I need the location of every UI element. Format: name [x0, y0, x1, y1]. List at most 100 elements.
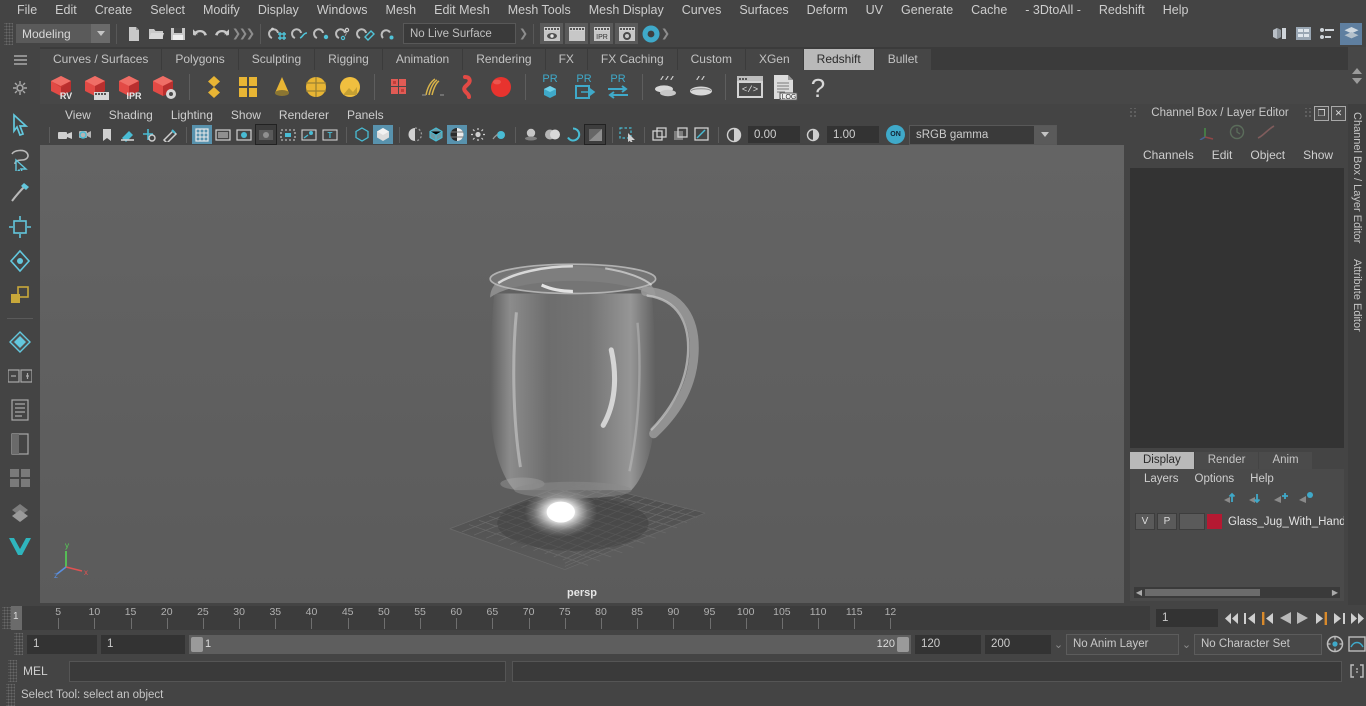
- chevron-down-icon[interactable]: [91, 24, 110, 43]
- redshift-volume-icon[interactable]: [450, 70, 484, 104]
- gamma-field[interactable]: 1.00: [827, 126, 879, 143]
- last-tool-icon[interactable]: [5, 325, 35, 359]
- viewport-menu-panels[interactable]: Panels: [338, 106, 393, 124]
- render-settings-icon[interactable]: [615, 23, 638, 44]
- redshift-help-icon[interactable]: ?: [801, 70, 835, 104]
- range-end-field[interactable]: 120: [915, 634, 981, 654]
- snap-grid-icon[interactable]: [5, 359, 35, 393]
- shelf-tab-menu-icon[interactable]: [13, 55, 27, 69]
- layer-list[interactable]: V P Glass_Jug_With_Hand: [1130, 509, 1344, 587]
- redo-icon[interactable]: [211, 23, 233, 45]
- color-profile-select[interactable]: sRGB gamma: [909, 124, 1057, 145]
- render-view-icon[interactable]: [540, 23, 563, 44]
- shelf-tab-sculpting[interactable]: Sculpting: [238, 49, 316, 70]
- clock-icon[interactable]: [1229, 124, 1245, 143]
- viewport-menu-renderer[interactable]: Renderer: [270, 106, 338, 124]
- menu-cache[interactable]: Cache: [962, 0, 1016, 20]
- redshift-proxy-icon[interactable]: [382, 70, 416, 104]
- go-to-start-icon[interactable]: [1222, 608, 1240, 628]
- redshift-sphere-icon[interactable]: [484, 70, 518, 104]
- step-forward-frame-icon[interactable]: [1312, 608, 1330, 628]
- redshift-pr-export-icon[interactable]: PR: [567, 70, 601, 104]
- undo-icon[interactable]: [189, 23, 211, 45]
- persp-layout-icon[interactable]: [5, 427, 35, 461]
- redshift-environment-icon[interactable]: [333, 70, 367, 104]
- channel-menu-show[interactable]: Show: [1294, 148, 1342, 162]
- play-forwards-icon[interactable]: [1294, 608, 1312, 628]
- outliner-quick-layout-icon[interactable]: [5, 393, 35, 427]
- snap-to-point-icon[interactable]: [311, 23, 333, 45]
- save-scene-icon[interactable]: [167, 23, 189, 45]
- step-forward-keyframe-icon[interactable]: [1330, 608, 1348, 628]
- paint-select-tool-icon[interactable]: [5, 176, 35, 210]
- playback-options-arrow[interactable]: ⌄: [1054, 636, 1063, 653]
- image-plane-icon[interactable]: [118, 125, 138, 144]
- render-sequence-icon[interactable]: [565, 23, 588, 44]
- menu-edit[interactable]: Edit: [46, 0, 86, 20]
- go-to-end-icon[interactable]: [1348, 608, 1366, 628]
- open-scene-icon[interactable]: [145, 23, 167, 45]
- exposure-icon[interactable]: [724, 125, 744, 144]
- ipr-icon[interactable]: IPR: [590, 23, 613, 44]
- shelf-tab-rigging[interactable]: Rigging: [315, 49, 383, 70]
- layer-menu-help[interactable]: Help: [1242, 473, 1282, 485]
- menu-mesh-tools[interactable]: Mesh Tools: [499, 0, 580, 20]
- range-slider[interactable]: 1 120: [189, 634, 911, 654]
- menu-3dtoall[interactable]: - 3DtoAll -: [1016, 0, 1090, 20]
- layer-color-swatch[interactable]: [1207, 514, 1222, 529]
- color-management-toggle[interactable]: ON: [886, 125, 905, 144]
- two-d-pan-zoom-icon[interactable]: [139, 125, 159, 144]
- motion-blur-icon[interactable]: [563, 125, 583, 144]
- channel-menu-object[interactable]: Object: [1241, 148, 1294, 162]
- make-live-icon[interactable]: [377, 23, 399, 45]
- wireframe-shaded-left-icon[interactable]: [405, 125, 425, 144]
- shelf-tab-redshift[interactable]: Redshift: [803, 49, 875, 70]
- redshift-log-icon[interactable]: .LOG: [767, 70, 801, 104]
- menu-edit-mesh[interactable]: Edit Mesh: [425, 0, 499, 20]
- redshift-light-dome-icon[interactable]: [231, 70, 265, 104]
- redshift-bake-set-icon[interactable]: [684, 70, 718, 104]
- layer-shading-toggle[interactable]: [1179, 513, 1205, 530]
- redshift-light-ies-icon[interactable]: [265, 70, 299, 104]
- live-surface-field[interactable]: No Live Surface: [403, 23, 516, 44]
- snap-to-grid-icon[interactable]: [267, 23, 289, 45]
- redshift-ipr-icon[interactable]: IPR: [114, 70, 148, 104]
- command-input[interactable]: [69, 660, 506, 682]
- shelf-tab-fx[interactable]: FX: [545, 49, 588, 70]
- redshift-pr-transfer-icon[interactable]: PR: [601, 70, 635, 104]
- redshift-light-portal-icon[interactable]: [299, 70, 333, 104]
- anim-layer-arrow[interactable]: ⌄: [1182, 636, 1191, 653]
- show-hide-channel-box-icon[interactable]: [1340, 22, 1362, 45]
- persp-viewport[interactable]: y x z persp: [40, 145, 1124, 603]
- texture-placement-icon[interactable]: T: [320, 125, 340, 144]
- grid-toggle-icon[interactable]: [192, 125, 212, 144]
- character-set-select[interactable]: No Character Set: [1194, 633, 1322, 655]
- move-layer-down-icon[interactable]: [1248, 491, 1264, 507]
- show-hide-tool-settings-icon[interactable]: [1316, 23, 1338, 45]
- step-back-frame-icon[interactable]: [1258, 608, 1276, 628]
- shelf-tab-curves-surfaces[interactable]: Curves / Surfaces: [40, 49, 163, 70]
- shelf-tab-animation[interactable]: Animation: [382, 49, 464, 70]
- command-line-grip[interactable]: [8, 660, 17, 682]
- scrollbar-thumb[interactable]: [1145, 589, 1260, 596]
- status-line-grip[interactable]: [4, 22, 13, 45]
- time-slider-grip[interactable]: [2, 607, 11, 629]
- redshift-pr-object-icon[interactable]: PR: [533, 70, 567, 104]
- snap-to-curve-icon[interactable]: [289, 23, 311, 45]
- single-perspective-icon[interactable]: [671, 125, 691, 144]
- render-options-arrow[interactable]: ❯: [661, 25, 670, 42]
- new-layer-icon[interactable]: [1273, 491, 1289, 507]
- new-scene-icon[interactable]: [123, 23, 145, 45]
- axis-gizmo-icon[interactable]: [1199, 124, 1217, 143]
- selection-mask-arrow-3[interactable]: ❯: [246, 25, 255, 42]
- time-cursor[interactable]: 1: [11, 606, 22, 630]
- animation-end-time-field[interactable]: 200: [985, 634, 1051, 654]
- show-hide-attribute-editor-icon[interactable]: [1292, 23, 1314, 45]
- command-output[interactable]: [512, 660, 1342, 682]
- layer-menu-layers[interactable]: Layers: [1136, 473, 1187, 485]
- current-time-field[interactable]: 1: [1156, 609, 1218, 627]
- auto-keyframe-icon[interactable]: [1326, 634, 1344, 654]
- layer-tab-display[interactable]: Display: [1130, 452, 1194, 469]
- redshift-render-view-icon[interactable]: RV: [46, 70, 80, 104]
- rotate-tool-icon[interactable]: [5, 244, 35, 278]
